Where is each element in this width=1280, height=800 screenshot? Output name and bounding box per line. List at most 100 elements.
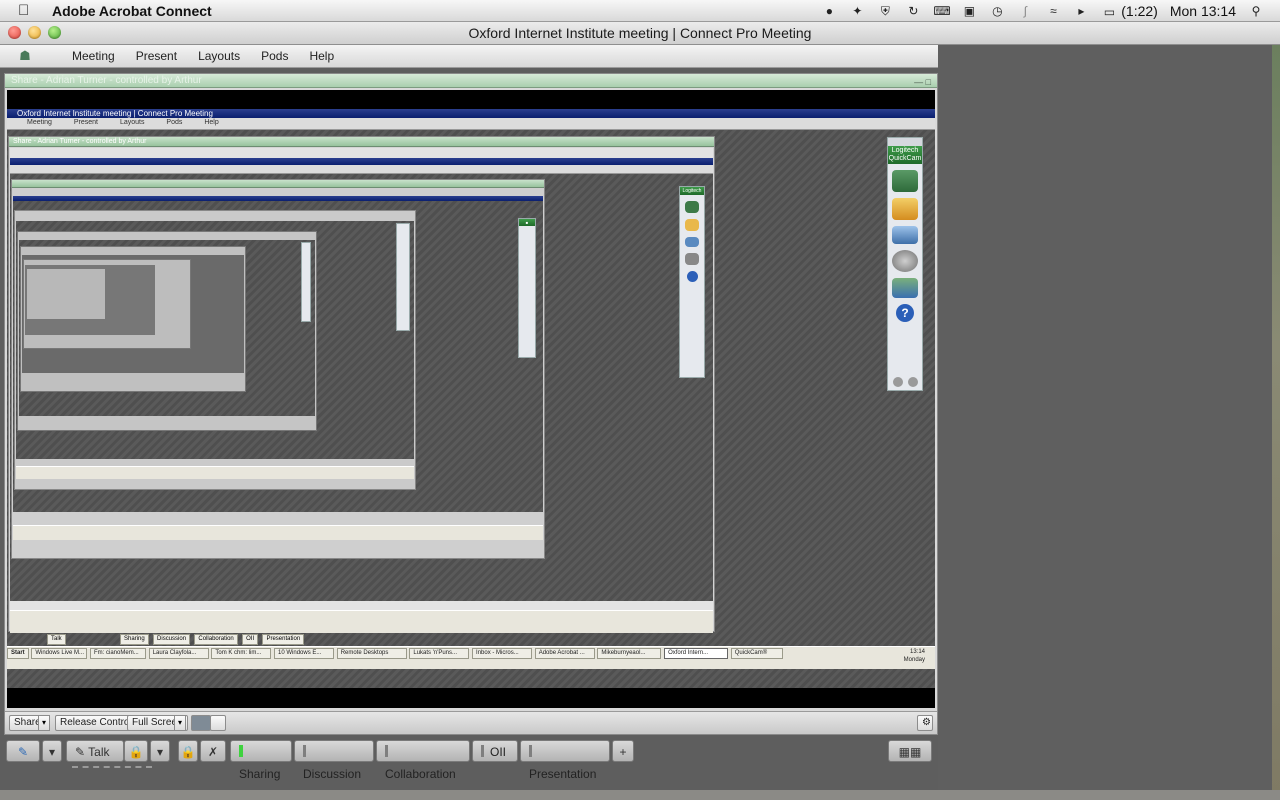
full-screen-dropdown-icon[interactable]: ▾ — [174, 715, 186, 731]
disconnect-icon[interactable]: ✗ — [200, 740, 226, 762]
tab-oii[interactable]: OII — [472, 740, 518, 762]
audio-status-button[interactable]: ✎ — [6, 740, 40, 762]
menubar-clock[interactable]: Mon 13:14 — [1170, 3, 1236, 19]
menu-pods[interactable]: Pods — [261, 45, 301, 67]
wifi-icon[interactable]: ≈ — [1045, 4, 1061, 18]
nested-desktop-4 — [16, 221, 414, 459]
share-pod: Share - Adrian Turner - controlled by Ar… — [4, 73, 938, 735]
shared-screen[interactable]: Oxford Internet Institute meeting | Conn… — [7, 90, 935, 708]
zoom-window-button[interactable] — [48, 26, 61, 39]
view-split-button[interactable] — [210, 715, 226, 731]
share-pod-footer: Share ▾ Release Control Full Screen ▾ ⚙ — [5, 711, 937, 734]
talk-dropdown-icon[interactable]: ▾ — [150, 740, 170, 762]
empty-desktop-area — [938, 45, 1280, 800]
nested-desktop-2: ■ Logitech — [10, 158, 713, 601]
battery-status[interactable]: ▭ (1:22) — [1101, 3, 1158, 19]
window-title: Oxford Internet Institute meeting | Conn… — [468, 25, 812, 41]
remote-task-item: Tom K chm: lim... — [211, 648, 272, 659]
app-name-menu[interactable]: Adobe Acrobat Connect — [52, 3, 212, 19]
nested-taskbar-3 — [16, 466, 414, 479]
window-titlebar[interactable]: Oxford Internet Institute meeting | Conn… — [0, 22, 1280, 45]
remote-dock-presentation: Presentation — [262, 634, 305, 645]
desktop-wallpaper-strip — [0, 790, 1280, 800]
audio-dropdown-icon[interactable]: ▾ — [42, 740, 62, 762]
nested-title-3 — [13, 196, 543, 201]
tab-sharing[interactable]: Sharing — [230, 740, 292, 781]
release-control-button[interactable]: Release Control — [55, 715, 137, 731]
remote-dock-collaboration: Collaboration — [194, 634, 238, 645]
remote-task-item: Lukats 'n'Puns... — [409, 648, 470, 659]
remote-task-item: 10 Windows E... — [274, 648, 335, 659]
lock-layout-icon[interactable]: 🔒 — [178, 740, 198, 762]
quickcam-effects-icon — [892, 198, 918, 220]
remote-dock-oii: OII — [242, 634, 259, 645]
nested-title-2 — [10, 158, 713, 165]
nested-taskbar-2 — [13, 525, 543, 540]
meeting-dockbar: ✎ ▾ ✎ Talk 🔒 ▾ 🔒 ✗ Sharing Discussion Co… — [4, 738, 940, 781]
quickcam-video-icon — [892, 170, 918, 192]
remote-menu-layouts: Layouts — [119, 119, 145, 126]
remote-task-item: Mikeburnyeaol... — [597, 648, 662, 659]
menu-layouts[interactable]: Layouts — [198, 45, 253, 67]
pod-options-button[interactable]: ⚙ — [917, 715, 933, 731]
time-machine-icon[interactable]: ◷ — [989, 4, 1005, 18]
sync-icon[interactable]: ↻ — [905, 4, 921, 18]
tab-divider — [529, 745, 532, 757]
remote-task-item: Remote Desktops — [336, 648, 407, 659]
view-mode-button[interactable] — [191, 715, 211, 731]
layout-options-icon[interactable]: ▦▦ — [888, 740, 932, 762]
close-window-button[interactable] — [8, 26, 21, 39]
mic-lock-icon[interactable]: 🔒 — [124, 740, 148, 762]
remote-share-screen: ■ Logitech — [10, 148, 713, 610]
desktop-wallpaper-edge — [1272, 45, 1280, 800]
nested-desktop-3: ■ — [13, 196, 543, 512]
volume-icon[interactable]: ▸ — [1073, 4, 1089, 18]
spotlight-search-icon[interactable]: ⚲ — [1248, 4, 1264, 18]
remote-taskbar: Start Windows Live M... Fm: cianoMem... … — [7, 646, 935, 669]
nested-cam-video-icon — [685, 201, 699, 213]
apple-menu-icon[interactable]:  — [18, 2, 36, 19]
tab-divider — [481, 745, 484, 757]
remote-tray-day: Monday — [903, 657, 925, 663]
remote-dock-sharing: Sharing — [120, 634, 149, 645]
remote-start-button: Start — [7, 648, 29, 659]
nested-cam-logo-3: ■ — [519, 219, 535, 226]
menu-meeting[interactable]: Meeting — [72, 45, 128, 67]
tab-divider — [385, 745, 388, 757]
menu-present[interactable]: Present — [136, 45, 190, 67]
pod-options-icon[interactable]: — □ — [914, 75, 931, 89]
quickcam-toolbar: Logitech QuickCam ? — [887, 137, 923, 391]
battery-icon: ▭ — [1103, 4, 1116, 19]
keyboard-icon[interactable]: ⌨ — [933, 4, 950, 18]
talk-activity-indicator — [72, 763, 152, 768]
tab-collaboration-label: Collaboration — [385, 767, 456, 781]
add-layout-button[interactable]: + — [612, 740, 634, 762]
active-tab-indicator — [239, 745, 243, 757]
remote-menu-help: Help — [204, 119, 219, 126]
remote-task-item-active: Oxford Intern... — [664, 648, 729, 659]
status-shield-icon[interactable]: ⛨ — [877, 4, 893, 18]
tab-presentation[interactable]: Presentation — [520, 740, 610, 781]
share-pod-header[interactable]: Share - Adrian Turner - controlled by Ar… — [5, 74, 937, 88]
status-bird-icon[interactable]: ✦ — [849, 4, 865, 18]
bluetooth-icon[interactable]: ∫ — [1017, 4, 1033, 18]
nested-cam-help-icon — [686, 271, 698, 282]
remote-menu-meeting: Meeting — [27, 119, 52, 126]
display-icon[interactable]: ▣ — [961, 4, 977, 18]
nested-cam-effects-icon — [685, 219, 699, 231]
nested-cam-logo-2: Logitech — [680, 187, 704, 195]
quickcam-screen-icon — [892, 226, 918, 244]
tab-collaboration[interactable]: Collaboration — [376, 740, 470, 781]
nested-cam-toolbar-4 — [396, 223, 410, 331]
remote-task-item: Fm: cianoMem... — [90, 648, 147, 659]
status-alien-icon[interactable]: ● — [821, 4, 837, 18]
nested-desktop-6 — [22, 255, 244, 373]
minimize-window-button[interactable] — [28, 26, 41, 39]
talk-button[interactable]: ✎ Talk — [66, 740, 124, 762]
share-dropdown-icon[interactable]: ▾ — [38, 715, 50, 731]
menu-help[interactable]: Help — [309, 45, 347, 67]
nested-share-pod-5 — [20, 246, 246, 392]
nested-cam-screen-icon — [685, 237, 699, 247]
tab-discussion[interactable]: Discussion — [294, 740, 374, 781]
nested-share-pod-6 — [23, 259, 191, 349]
